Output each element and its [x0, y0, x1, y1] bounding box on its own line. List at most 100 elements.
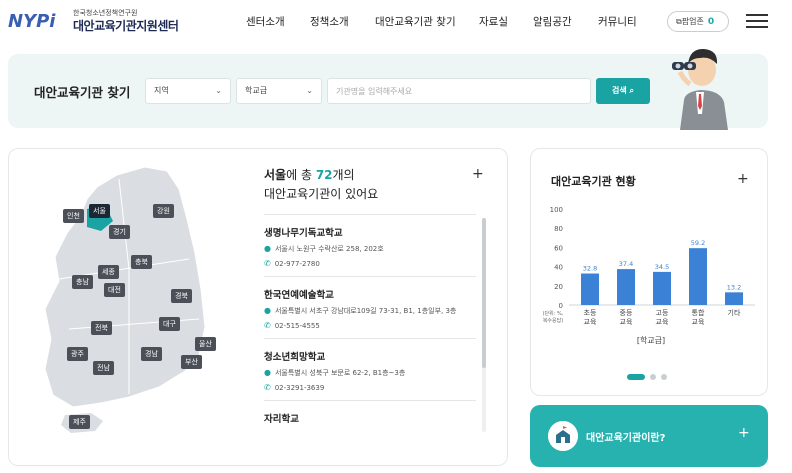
y-tick-label: 20: [554, 283, 563, 291]
bar-value-label: 34.5: [655, 263, 669, 271]
school-address: ● 서울특별시 성북구 보문로 62-2, B1층~3층: [264, 368, 476, 378]
nav-notice[interactable]: 알림공간: [533, 14, 572, 29]
list-item[interactable]: 청소년희망학교 ● 서울특별시 성북구 보문로 62-2, B1층~3층 ✆ 02-…: [264, 338, 476, 400]
region-gyeongnam[interactable]: 경남: [141, 347, 162, 361]
chart-more-plus-icon[interactable]: +: [737, 171, 749, 187]
school-phone: ✆ 02-977-2780: [264, 259, 476, 268]
institution-name-input[interactable]: [327, 78, 591, 104]
school-name: 청소년희망학교: [264, 352, 326, 363]
list-item[interactable]: 한국연예예술학교 ● 서울특별시 서초구 강남대로109길 73-31, B1, …: [264, 276, 476, 338]
selected-region: 서울: [264, 168, 287, 182]
logo-title[interactable]: 대안교육기관지원센터: [73, 17, 179, 34]
status-bar-chart: 0 20 40 60 80 100 32.8 초등교육 37.4 중등교육 34.5 고등교육 59.2…: [543, 206, 755, 345]
region-gyeonggi[interactable]: 경기: [109, 225, 130, 239]
x-tick-label: 교육: [584, 318, 597, 326]
region-select[interactable]: 지역 ⌄: [145, 78, 231, 104]
region-seoul[interactable]: 서울: [89, 204, 110, 218]
region-sejong[interactable]: 세종: [98, 265, 119, 279]
region-jeonbuk[interactable]: 전북: [91, 321, 112, 335]
carousel-indicator: [627, 365, 672, 384]
chevron-down-icon: ⌄: [306, 86, 313, 95]
nav-policy-intro[interactable]: 정책소개: [310, 14, 349, 29]
nypi-logo-icon[interactable]: NYPi: [8, 8, 68, 32]
school-address: ● 서울시 노원구 수락산로 258, 202호: [264, 244, 476, 254]
school-name: 생명나무기독교학교: [264, 228, 343, 239]
bar-value-label: 59.2: [691, 239, 705, 247]
region-gwangju[interactable]: 광주: [67, 347, 88, 361]
x-tick-label: 초등: [584, 309, 597, 317]
more-list-plus-icon[interactable]: +: [472, 166, 484, 182]
nav-find-institution[interactable]: 대안교육기관 찾기: [375, 14, 456, 29]
y-tick-label: 60: [554, 244, 563, 252]
region-chungbuk[interactable]: 충북: [131, 255, 152, 269]
list-scrollbar[interactable]: [482, 218, 486, 432]
school-phone-text: 02-977-2780: [274, 260, 320, 268]
region-busan[interactable]: 부산: [181, 355, 202, 369]
school-phone-text: 02-3291-3639: [274, 384, 325, 392]
school-name: 자리학교: [264, 414, 299, 425]
x-tick-label: 교육: [656, 318, 669, 326]
bar: [653, 271, 671, 305]
bar-value-label: 37.4: [619, 260, 633, 268]
summary-text: 에 총: [286, 168, 316, 182]
scrollbar-thumb[interactable]: [482, 218, 486, 368]
x-axis-label: [학교급]: [637, 335, 665, 345]
about-institution-card[interactable]: 대안교육기관이란? +: [530, 405, 768, 467]
school-address-text: 서울특별시 성북구 보문로 62-2, B1층~3층: [274, 369, 406, 377]
y-tick-label: 100: [550, 206, 563, 214]
search-icon: ⌕: [629, 86, 634, 95]
region-chungnam[interactable]: 충남: [72, 275, 93, 289]
school-list[interactable]: 생명나무기독교학교 ● 서울시 노원구 수락산로 258, 202호 ✆ 02-97…: [264, 214, 476, 434]
region-gyeongbuk[interactable]: 경북: [171, 289, 192, 303]
region-incheon[interactable]: 인천: [63, 209, 84, 223]
result-summary-line2: 대안교육기관이 있어요: [264, 187, 379, 201]
y-tick-label: 0: [559, 302, 563, 310]
mascot-illustration: [672, 48, 728, 130]
carousel-dot-active[interactable]: [627, 374, 645, 380]
x-tick-label: 통합: [692, 308, 705, 317]
list-item[interactable]: 생명나무기독교학교 ● 서울시 노원구 수락산로 258, 202호 ✆ 02-97…: [264, 214, 476, 276]
region-gangwon[interactable]: 강원: [153, 204, 174, 218]
phone-icon: ✆: [264, 383, 271, 392]
nav-community[interactable]: 커뮤니티: [598, 14, 637, 29]
unit-note: (단위: %,: [543, 310, 564, 317]
school-name: 한국연예예술학교: [264, 290, 334, 301]
school-level-select[interactable]: 학교급 ⌄: [236, 78, 322, 104]
menu-icon[interactable]: [746, 14, 768, 28]
result-summary-line1: 서울에 총 72개의: [264, 166, 378, 185]
carousel-dot[interactable]: [661, 374, 667, 380]
chart-title: 대안교육기관 현황: [551, 175, 636, 188]
region-daejeon[interactable]: 대전: [104, 283, 125, 297]
school-address-text: 서울시 노원구 수락산로 258, 202호: [274, 245, 384, 253]
nav-center-intro[interactable]: 센터소개: [246, 14, 285, 29]
region-ulsan[interactable]: 울산: [195, 337, 216, 351]
phone-icon: ✆: [264, 259, 271, 268]
bar: [725, 292, 743, 305]
y-tick-label: 80: [554, 225, 563, 233]
nav-resources[interactable]: 자료실: [479, 14, 508, 29]
region-jeju[interactable]: 제주: [69, 415, 90, 429]
school-building-icon: [548, 421, 578, 451]
korea-map[interactable]: [9, 149, 259, 467]
result-unit: 개의: [332, 168, 355, 182]
popup-zone-button[interactable]: ⧉팝업존 0: [667, 11, 729, 32]
carousel-dot[interactable]: [650, 374, 656, 380]
about-plus-icon: +: [738, 425, 750, 441]
popup-label: 팝업존: [681, 17, 704, 26]
x-tick-label: 고등: [656, 309, 669, 317]
school-phone-text: 02-515-4555: [274, 322, 320, 330]
result-count: 72: [315, 168, 333, 182]
y-tick-label: 40: [554, 264, 563, 272]
school-level-select-value: 학교급: [245, 86, 268, 95]
region-jeonnam[interactable]: 전남: [93, 361, 114, 375]
region-select-value: 지역: [154, 86, 169, 95]
region-daegu[interactable]: 대구: [159, 317, 180, 331]
popup-count: 0: [707, 17, 715, 27]
unit-note: 복수응답): [543, 317, 563, 324]
site-header: NYPi 한국청소년정책연구원 대안교육기관지원센터 센터소개 정책소개 대안교…: [0, 0, 792, 44]
school-phone: ✆ 02-3291-3639: [264, 383, 476, 392]
list-item[interactable]: 자리학교: [264, 400, 476, 434]
location-pin-icon: ●: [264, 244, 271, 253]
logo-mark-text: NYPi: [8, 11, 56, 32]
about-label: 대안교육기관이란?: [586, 433, 666, 444]
